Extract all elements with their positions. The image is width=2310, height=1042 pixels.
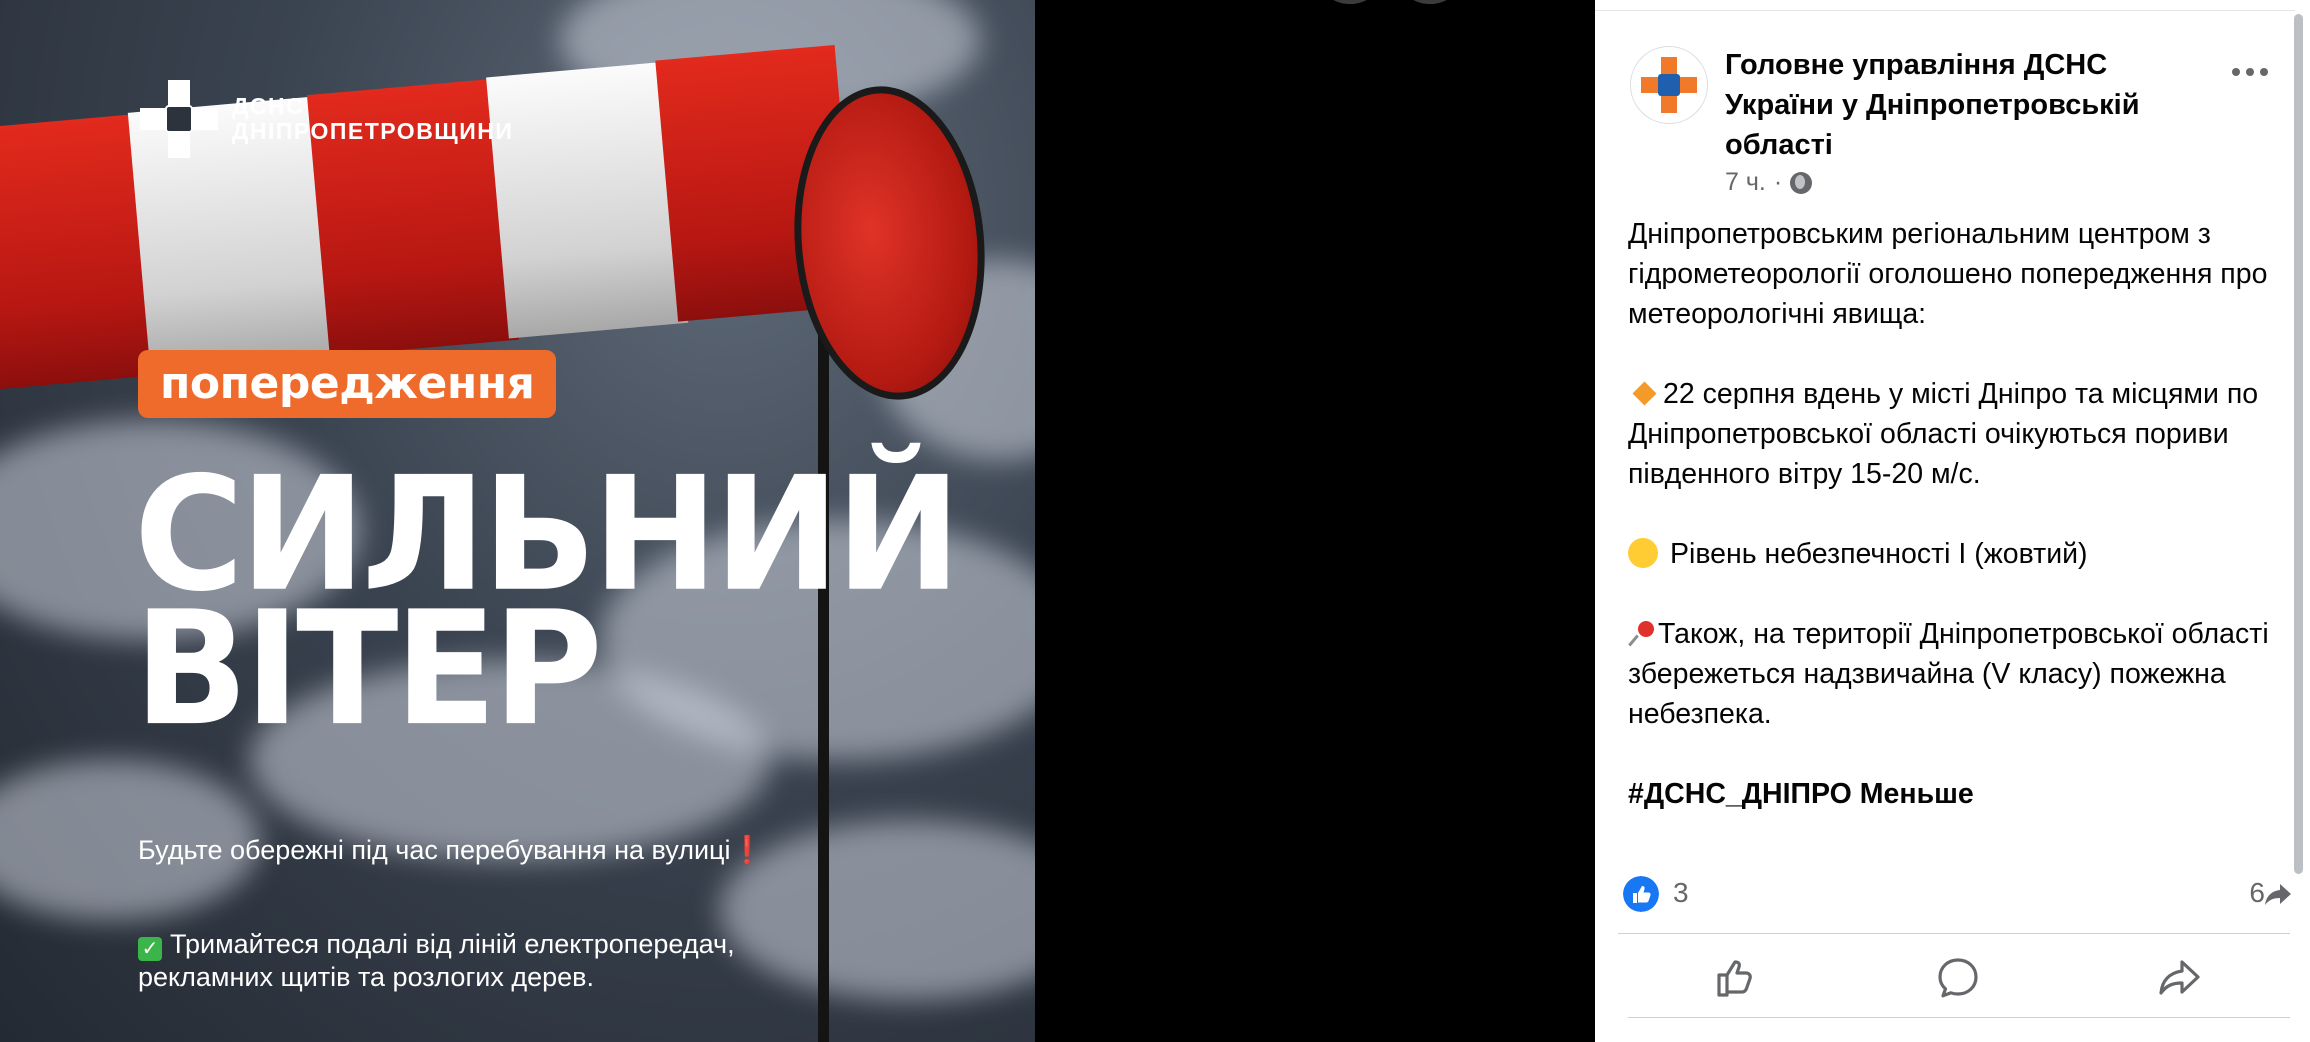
more-options-button[interactable]	[2232, 68, 2268, 76]
globe-icon[interactable]	[1790, 171, 1813, 194]
like-button[interactable]	[1706, 948, 1766, 1008]
comment-icon	[1938, 958, 1978, 998]
exclamation-icon: ❗	[730, 835, 765, 865]
advice-1-text: Будьте обережні під час перебування на в…	[138, 835, 731, 865]
post-image[interactable]: ДСНС ДНІПРОПЕТРОВЩИНИ попередження СИЛЬН…	[0, 0, 1035, 1042]
like-icon	[1717, 960, 1752, 997]
divider	[1595, 10, 2295, 11]
share-icon	[2265, 884, 2291, 905]
page-name-link[interactable]: Головне управління ДСНС України у Дніпро…	[1725, 45, 2185, 165]
dsns-emblem-icon	[140, 80, 218, 158]
ellipsis-icon	[2232, 68, 2240, 76]
divider	[1618, 933, 2290, 934]
post-time-link[interactable]: 7 ч.	[1725, 168, 1766, 197]
post-paragraph: Дніпропетровським регіональним центром з…	[1628, 218, 2268, 330]
share-button[interactable]	[2150, 948, 2210, 1008]
reactions-count[interactable]: 3	[1673, 877, 1689, 909]
post-body: Дніпропетровським регіональним центром з…	[1628, 214, 2288, 814]
viewer-control[interactable]	[1321, 0, 1379, 4]
reactions-summary: 3 6	[1623, 872, 2293, 916]
advice-2: ✓ Тримайтеся подалі від ліній електропере…	[138, 928, 778, 993]
photo-viewer-backdrop	[1035, 0, 1595, 1042]
post-paragraph: Рівень небезпечності І (жовтий)	[1628, 534, 2288, 574]
scrollbar[interactable]	[2294, 14, 2303, 874]
meta-separator: ·	[1773, 168, 1783, 196]
checkmark-icon: ✓	[138, 937, 162, 961]
post-paragraph: 22 серпня вдень у місті Дніпро та місцям…	[1628, 378, 2259, 490]
warning-badge: попередження	[138, 350, 557, 418]
like-reaction-icon[interactable]	[1623, 876, 1659, 912]
yellow-circle-icon	[1628, 538, 1658, 568]
share-icon	[2159, 960, 2200, 995]
post-footer-line: #ДСНС_ДНІПРО Меньше	[1628, 774, 2288, 814]
post-panel: Головне управління ДСНС України у Дніпро…	[1595, 0, 2310, 1042]
diamond-icon	[1632, 381, 1657, 406]
pin-icon	[1628, 621, 1654, 647]
divider	[1628, 1017, 2290, 1018]
post-paragraph: Також, на території Дніпропетровської об…	[1628, 618, 2269, 730]
page-avatar[interactable]	[1630, 46, 1708, 124]
headline: СИЛЬНИЙ ВІТЕР	[134, 456, 961, 748]
viewer-control[interactable]	[1401, 0, 1459, 4]
comment-button[interactable]	[1928, 948, 1988, 1008]
logo-line1: ДСНС	[232, 93, 305, 119]
advice-2-text: Тримайтеся подалі від ліній електроперед…	[138, 929, 735, 992]
see-less-button[interactable]: Меньше	[1860, 778, 1974, 810]
post-meta: 7 ч. ·	[1725, 168, 1813, 197]
advice-1: Будьте обережні під час перебування на в…	[138, 834, 778, 866]
logo-line2: ДНІПРОПЕТРОВЩИНИ	[232, 118, 514, 144]
hashtag-link[interactable]: #ДСНС_ДНІПРО	[1628, 778, 1852, 810]
dsns-logo: ДСНС ДНІПРОПЕТРОВЩИНИ	[140, 80, 513, 158]
